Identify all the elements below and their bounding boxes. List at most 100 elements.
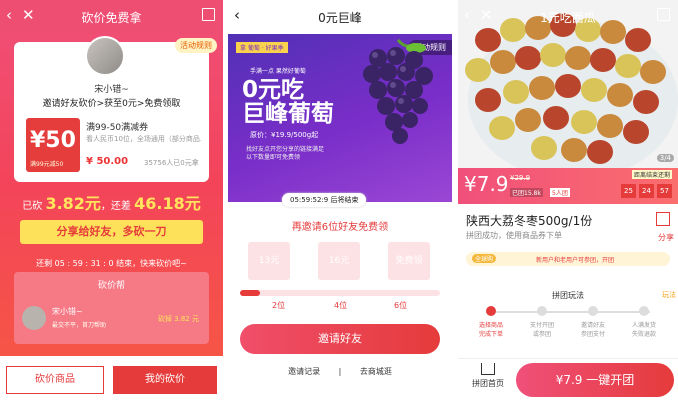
jujube-fruit <box>531 136 557 160</box>
step-item: 人满发货 失败退款 <box>619 306 669 338</box>
page-title: 1元吃西瓜 <box>540 10 596 25</box>
share-label[interactable]: 分享 <box>658 232 674 243</box>
top-bar: ‹ ✕ 1元吃西瓜 <box>458 0 678 34</box>
step-item: 邀请好友 参团支付 <box>568 306 618 338</box>
countdown: 05:59:52:9 后将结束 <box>282 193 367 207</box>
headline: 0元吃 巨峰葡萄 <box>242 77 334 127</box>
step-item: 选择商品 完成下单 <box>466 306 516 338</box>
user-name: 宋小错~ <box>94 85 129 95</box>
group-size-badge: 5人团 <box>550 188 570 197</box>
close-icon[interactable]: ✕ <box>22 6 35 24</box>
reward-slots: 13元 16元 免费领 <box>248 242 432 282</box>
share-icon[interactable] <box>202 8 215 21</box>
coupon-item[interactable]: ¥50 满99元减50 满99-50满减券 看人民币10位，全场通用（部分商品.… <box>26 118 201 174</box>
top-bar: ‹ ✕ 砍价免费拿 <box>0 0 223 34</box>
progress-bar <box>240 290 440 296</box>
invite-record-link[interactable]: 邀请记录 <box>288 367 320 376</box>
bottom-bar: 拼团首页 ¥7.9 一键开团 <box>458 358 678 406</box>
play-link[interactable]: 玩法 <box>662 290 676 300</box>
page-title: 0元巨峰 <box>318 10 362 25</box>
countdown: 25 24 57 <box>621 184 672 198</box>
link-separator: | <box>338 367 342 376</box>
jujube-fruit <box>571 110 597 134</box>
helpers-title: 砍价帮 <box>97 281 125 291</box>
product-name: 陕西大荔冬枣500g/1份 <box>466 214 593 228</box>
promo-banner: 拿 葡萄 · 好果季 活动规则 手满一点 果然好葡萄 0元吃 巨峰葡萄 原价：¥… <box>228 34 452 202</box>
jujube-fruit <box>561 138 587 162</box>
jujube-fruit <box>465 58 491 82</box>
jujube-fruit <box>543 106 569 130</box>
rules-button[interactable]: 活动规则 <box>175 38 217 53</box>
promo-note: 找好友点开您分享的链接满足以下数量即可免费领 <box>246 146 325 161</box>
notice-strip: 全球购 新用户和老用户可参团，开团 <box>466 252 670 266</box>
group-price: ¥7.9 <box>464 172 509 196</box>
coupon-desc: 看人民币10位，全场通用（部分商品... <box>86 135 201 143</box>
helper-name: 宋小错~ <box>52 307 83 316</box>
helper-avatar <box>22 306 46 330</box>
tick-label: 2位 <box>272 301 286 310</box>
bargain-goods-button[interactable]: 砍价商品 <box>6 366 104 394</box>
countdown-minutes: 24 <box>639 184 654 198</box>
home-icon <box>481 363 495 375</box>
countdown-text: 还剩 05 : 59 : 31 : 0 结束，快来砍价吧~ <box>36 259 187 268</box>
jujube-fruit <box>540 43 566 67</box>
notice-text: 新用户和老用户可参团，开团 <box>536 257 615 264</box>
helpers-panel: 砍价帮 宋小错~ 最交不平，首刀帮助 砍掉 3.82 元 <box>14 272 209 344</box>
sold-badge: 已团15.8k <box>510 188 543 197</box>
slogan: 手满一点 果然好葡萄 <box>250 68 306 75</box>
original-price: ¥29.9 <box>510 174 531 182</box>
share-icon[interactable] <box>657 8 670 21</box>
group-buy-screen: 3/4 ‹ ✕ 1元吃西瓜 ¥7.9 ¥29.9 已团15.8k 5人团 距离结… <box>458 0 678 406</box>
jujube-fruit <box>597 114 623 138</box>
jujube-fruit <box>587 140 613 164</box>
reward-slot: 免费领 <box>388 242 430 280</box>
bottom-bar: 砍价商品 我的砍价 <box>0 356 223 406</box>
invite-friends-button[interactable]: 邀请好友 <box>240 324 440 354</box>
countdown-hours: 25 <box>621 184 636 198</box>
progress-fill <box>240 290 260 296</box>
jujube-fruit <box>590 48 616 72</box>
page-title: 砍价免费拿 <box>81 10 142 25</box>
countdown-seconds: 57 <box>657 184 672 198</box>
my-bargain-button[interactable]: 我的砍价 <box>113 366 217 394</box>
cut-summary: 已砍 3.82元，还差 46.18元 <box>22 194 201 213</box>
coupon-image: ¥50 满99元减50 <box>26 118 80 172</box>
original-price: 原价：¥19.9/500g起 <box>250 131 319 139</box>
back-icon[interactable]: ‹ <box>464 6 470 24</box>
coupon-title: 满99-50满减券 <box>86 123 149 133</box>
coupon-price: ¥ 50.00 <box>86 156 129 167</box>
group-steps: 选择商品 完成下单 支付开团 或参团 邀请好友 参团支付 人满发货 失败退款 <box>466 306 670 346</box>
open-group-button[interactable]: ¥7.9 一键开团 <box>516 363 674 397</box>
avatar <box>85 36 125 76</box>
jujube-fruit <box>475 88 501 112</box>
helper-sub: 最交不平，首刀帮助 <box>52 322 107 329</box>
group-home-button[interactable]: 拼团首页 <box>468 363 508 389</box>
back-icon[interactable]: ‹ <box>6 6 12 24</box>
tick-label: 4位 <box>334 301 348 310</box>
photo-index: 3/4 <box>656 154 674 162</box>
jujube-fruit <box>607 83 633 107</box>
bargain-screen: ‹ ✕ 砍价免费拿 活动规则 宋小错~ 邀请好友砍价>获至0元>免费领取 ¥50… <box>0 0 223 406</box>
top-bar: ‹ 0元巨峰 <box>228 0 452 34</box>
share-icon[interactable] <box>656 212 670 226</box>
back-icon[interactable]: ‹ <box>234 6 240 24</box>
reward-slot: 16元 <box>318 242 360 280</box>
jujube-fruit <box>555 74 581 98</box>
tick-label: 6位 <box>394 301 408 310</box>
mall-link[interactable]: 去商城逛 <box>360 367 392 376</box>
invite-prompt: 再邀请6位好友免费领 <box>291 222 389 233</box>
jujube-fruit <box>640 60 666 84</box>
jujube-fruit <box>633 90 659 114</box>
footer-links: 邀请记录 | 去商城逛 <box>228 366 452 377</box>
jujube-fruit <box>623 120 649 144</box>
share-button[interactable]: 分享给好友，多砍一刀 <box>20 220 203 244</box>
jujube-fruit <box>515 108 541 132</box>
step-item: 支付开团 或参团 <box>517 306 567 338</box>
jujube-fruit <box>503 80 529 104</box>
jujube-fruit <box>565 46 591 70</box>
sold-count: 35756人已0元拿 <box>144 159 199 167</box>
grape-screen: ‹ 0元巨峰 拿 葡萄 · 好果季 活动规则 手满一点 果然好葡萄 0元吃 巨峰… <box>228 0 452 406</box>
ends-label: 距离结束还剩 <box>631 170 672 179</box>
jujube-fruit <box>529 76 555 100</box>
close-icon[interactable]: ✕ <box>480 6 493 24</box>
